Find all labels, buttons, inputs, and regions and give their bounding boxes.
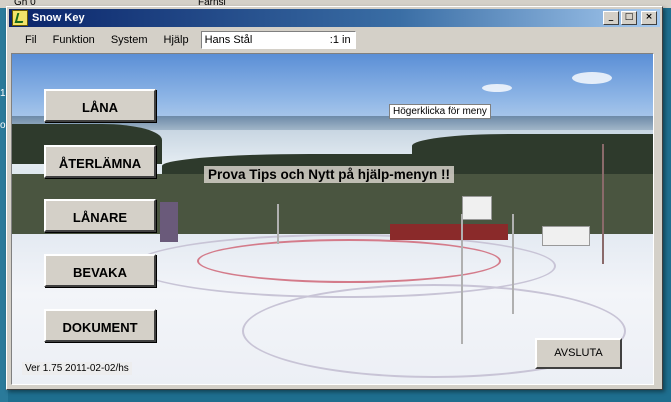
window-title: Snow Key	[32, 12, 85, 24]
menu-bar: Fil Funktion System Hjälp Hans Stål :1 i…	[9, 29, 660, 51]
menu-fil[interactable]: Fil	[9, 31, 45, 49]
version-label: Ver 1.75 2011-02-02/hs	[22, 362, 132, 375]
close-button[interactable]: ×	[641, 11, 657, 25]
title-bar[interactable]: Snow Key _ □ ×	[9, 9, 660, 27]
lanare-button[interactable]: LÅNARE	[44, 199, 156, 232]
dokument-button[interactable]: DOKUMENT	[44, 309, 156, 342]
maximize-button[interactable]: □	[621, 11, 637, 25]
ski-stadium-background-image: LÅNA ÅTERLÄMNA LÅNARE BEVAKA DOKUMENT Hö…	[11, 53, 654, 385]
avsluta-button[interactable]: AVSLUTA	[535, 338, 622, 369]
user-name: Hans Stål	[204, 34, 253, 46]
menu-hjalp[interactable]: Hjälp	[156, 31, 197, 49]
bevaka-button[interactable]: BEVAKA	[44, 254, 156, 287]
snow-key-app-icon[interactable]	[12, 10, 28, 26]
snow-key-window: Snow Key _ □ × Fil Funktion System Hjälp…	[6, 6, 663, 390]
background-text-left-2: o	[0, 120, 6, 131]
aterlamna-button[interactable]: ÅTERLÄMNA	[44, 145, 156, 178]
minimize-button[interactable]: _	[603, 11, 619, 25]
user-count: :1 in	[329, 34, 351, 46]
right-click-hint: Högerklicka för meny	[389, 104, 491, 119]
lana-button[interactable]: LÅNA	[44, 89, 156, 122]
menu-system[interactable]: System	[103, 31, 156, 49]
logged-in-user-field: Hans Stål :1 in	[200, 31, 356, 49]
tips-banner: Prova Tips och Nytt på hjälp-menyn !!	[204, 166, 455, 183]
menu-funktion[interactable]: Funktion	[45, 31, 103, 49]
